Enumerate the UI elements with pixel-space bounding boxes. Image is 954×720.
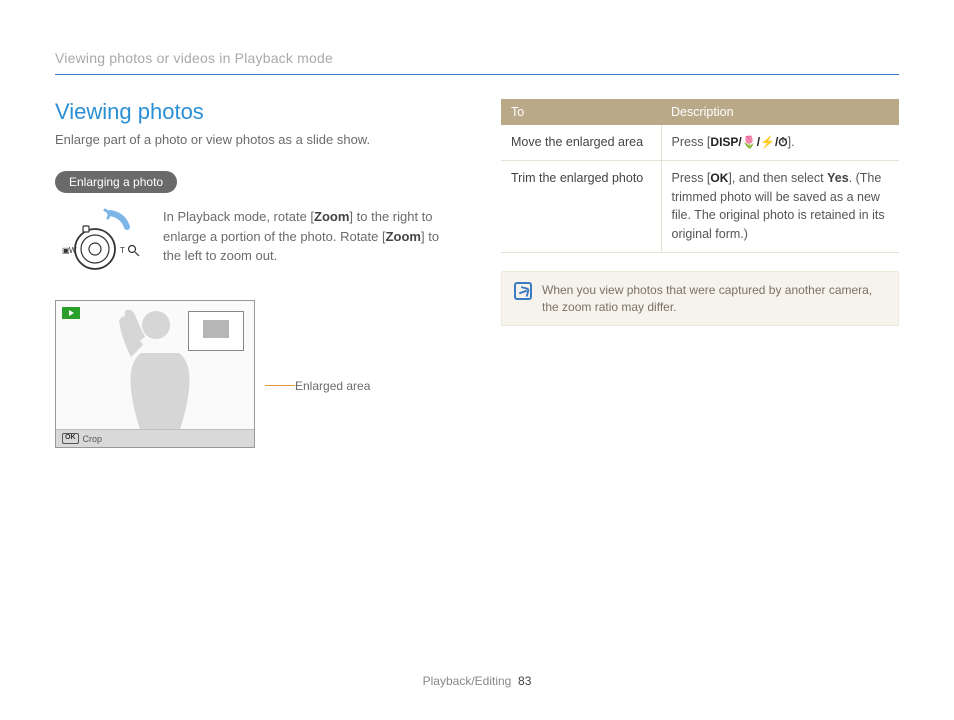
table-header-to: To [501,99,661,125]
ok-key-icon: OK [710,171,728,185]
breadcrumb: Viewing photos or videos in Playback mod… [55,50,899,75]
right-column: To Description Move the enlarged area Pr… [501,99,899,448]
playback-icon [62,307,80,319]
callout-line [265,385,295,386]
enlarged-area-callout: Enlarged area [295,379,370,393]
zoom-w-label: W [69,246,77,255]
table-row: Move the enlarged area Press [DISP/🌷/⚡/⏱… [501,125,899,160]
note-icon [514,282,532,300]
ok-icon: OK [62,433,79,443]
preview-bottom-bar: OK Crop [56,429,254,447]
subsection-pill: Enlarging a photo [55,171,177,193]
crop-label: Crop [83,434,103,444]
left-column: Viewing photos Enlarge part of a photo o… [55,99,453,448]
controls-table: To Description Move the enlarged area Pr… [501,99,899,253]
page-footer: Playback/Editing 83 [0,674,954,688]
disp-keys-icon: DISP/🌷/⚡/⏱ [710,135,787,149]
note-box: When you view photos that were captured … [501,271,899,327]
enlarged-area-indicator [188,311,244,351]
table-row: Trim the enlarged photo Press [OK], and … [501,160,899,252]
note-text: When you view photos that were captured … [542,282,886,316]
zoom-t-label: T [120,246,125,255]
photo-preview-frame: OK Crop [55,300,255,448]
section-heading: Viewing photos [55,99,453,125]
zoom-instruction: In Playback mode, rotate [Zoom] to the r… [163,207,453,266]
section-subtext: Enlarge part of a photo or view photos a… [55,131,453,149]
table-header-description: Description [661,99,899,125]
zoom-dial-illustration: ▣ W T [55,207,145,280]
